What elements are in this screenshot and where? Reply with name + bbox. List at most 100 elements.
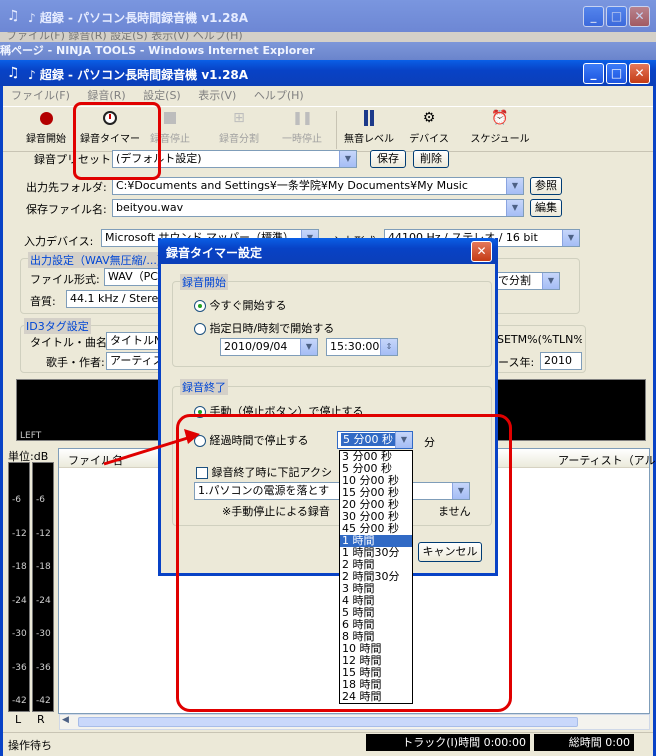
dialog-title: 録音タイマー設定 [166,246,263,260]
right-channel-mark: R [37,713,45,726]
dialog-close-button[interactable]: ✕ [471,241,492,262]
maximize-button[interactable]: □ [606,63,627,84]
db-tick-label: -36 [12,662,27,673]
status-text: 操作待ち [8,739,52,752]
output-folder-input[interactable]: C:¥Documents and Settings¥一条学院¥My Docume… [112,177,524,195]
maximize-button[interactable]: □ [606,6,627,27]
main-window-titlebar: ♫ ♪ 超録 - パソコン長時間録音機 v1.28A _ □ ✕ [0,60,656,86]
timer-highlight-box [73,102,161,180]
year-input[interactable]: 2010 [540,352,582,370]
stop-icon [164,112,176,124]
left-channel-label: LEFT [20,431,42,441]
save-file-input[interactable]: beityou.wav ▼ [112,199,524,217]
db-tick-label: -30 [12,629,27,639]
level-icon [364,110,374,126]
db-tick-label: -24 [36,595,51,606]
menu-view[interactable]: 表示(V) [198,89,236,102]
split-icon: ⊞ [233,110,245,126]
menu-file[interactable]: ファイル(F) [11,89,70,102]
output-settings-title: 出力設定（WAV無圧縮/...） [28,252,170,268]
input-device-label: 入力デバイス: [24,235,94,248]
edit-button[interactable]: 編集 [530,199,562,217]
annotation-arrow [103,429,200,466]
chevron-down-icon: ▼ [300,339,317,355]
minimize-button[interactable]: _ [583,6,604,27]
back-window-titlebar: ♫ ♪ 超録 - パソコン長時間録音機 v1.28A _ □ ✕ [0,0,656,32]
scroll-left-arrow[interactable]: ◀ [62,715,69,725]
toolbar-separator [336,111,337,149]
id3-title: ID3タグ設定 [24,318,91,334]
horizontal-scrollbar[interactable]: ◀ [59,714,650,730]
schedule-icon: ⏰ [491,110,509,126]
year-label: ース年: [498,356,535,369]
scroll-thumb[interactable] [78,717,578,727]
db-tick-label: -12 [36,528,51,539]
db-tick-label: -24 [12,595,27,606]
start-at-radio[interactable] [194,323,206,335]
minimize-button[interactable]: _ [583,63,604,84]
file-format-label: ファイル形式: [30,273,100,286]
title-label: タイトル・曲名: [30,336,111,349]
left-channel-mark: L [15,713,22,726]
save-file-label: 保存ファイル名: [26,203,107,216]
db-tick-label: -18 [36,562,51,572]
menu-help[interactable]: ヘルプ(H) [254,89,304,102]
start-at-option[interactable]: 指定日時/時刻で開始する [194,320,334,336]
app-icon: ♫ [7,65,20,81]
db-tick-label: -36 [36,662,51,673]
db-tick-label: -6 [36,495,45,505]
output-folder-label: 出力先フォルダ: [26,181,107,194]
db-tick-label: -12 [12,528,27,539]
split-select[interactable]: で分割 ▼ [494,272,560,290]
start-now-option[interactable]: 今すぐ開始する [194,297,287,313]
dialog-titlebar: 録音タイマー設定 ✕ [158,238,498,264]
title-input[interactable]: タイトルNo [106,332,166,350]
artist-label: 歌手・作者: [46,356,105,369]
db-tick-label: -18 [12,562,27,572]
silence-level-button[interactable]: 無音レベル [341,107,397,153]
save-preset-button[interactable]: 保存 [370,150,406,168]
device-button[interactable]: ⚙ デバイス [405,107,453,153]
chevron-down-icon: ▼ [506,200,523,216]
window-title: ♪ 超録 - パソコン長時間録音機 v1.28A [28,68,249,82]
chevron-down-icon: ▼ [506,178,523,194]
quality-select[interactable]: 44.1 kHz / Stereo [66,290,166,308]
ie-window-titlebar: 稱ページ - NINJA TOOLS - Windows Internet Ex… [0,42,656,60]
db-tick-label: -42 [12,696,27,706]
db-tick-label: -42 [36,696,51,706]
spinner-icon: ⇕ [380,339,397,355]
start-group-title: 録音開始 [180,274,228,290]
quality-label: 音質: [30,295,56,308]
db-tick-label: -6 [12,495,21,505]
device-icon: ⚙ [422,110,436,126]
start-time-input[interactable]: 15:30:00 ⇕ [326,338,398,356]
start-now-radio[interactable] [194,300,206,312]
menu-settings[interactable]: 設定(S) [143,89,181,102]
start-date-input[interactable]: 2010/09/04 ▼ [220,338,318,356]
end-group-title: 録音終了 [180,379,228,395]
back-window-menu: ファイル(F) 録音(R) 設定(S) 表示(V) ヘルプ(H) [6,32,243,42]
schedule-button[interactable]: ⏰ スケジュール [465,107,535,153]
record-icon [39,111,53,125]
chevron-down-icon: ▼ [339,151,356,167]
title-format-input[interactable]: SETM%(%TLN%) [494,332,582,350]
chevron-down-icon: ▼ [562,230,579,246]
dropdown-highlight-box [176,414,512,712]
browse-button[interactable]: 参照 [530,177,562,195]
total-time: 総時間 0:00 [534,734,634,751]
column-artist[interactable]: アーティスト（アルバ [558,452,656,468]
close-button[interactable]: ✕ [629,6,650,27]
delete-preset-button[interactable]: 削除 [413,150,449,168]
record-start-button[interactable]: 録音開始 [21,107,71,153]
track-time: トラック(I)時間 0:00:00 [366,734,530,751]
pause-icon: ❚❚ [292,110,313,126]
back-window-title: ♪ 超録 - パソコン長時間録音機 v1.28A [28,11,249,25]
pause-button[interactable]: ❚❚ 一時停止 [277,107,327,153]
record-split-button[interactable]: ⊞ 録音分割 [211,107,267,153]
close-button[interactable]: ✕ [629,63,650,84]
app-icon: ♫ [7,8,20,24]
ie-window-title: 稱ページ - NINJA TOOLS - Windows Internet Ex… [0,44,315,57]
menu-record[interactable]: 録音(R) [87,89,125,102]
artist-input[interactable]: アーティスト [106,352,166,370]
chevron-down-icon: ▼ [542,273,559,289]
